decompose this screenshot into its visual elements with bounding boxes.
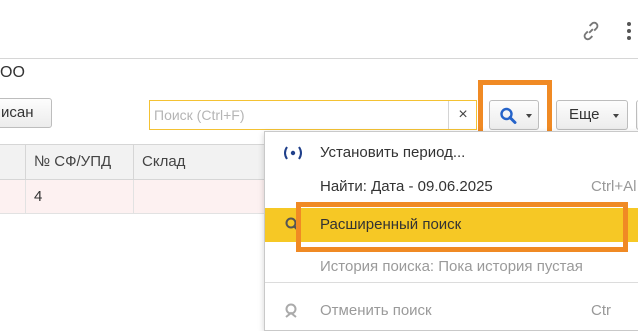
cell-sf: 4 (26, 180, 134, 213)
menu-item-label: Отменить поиск (320, 302, 432, 319)
menu-item-find-date[interactable]: Найти: Дата - 09.06.2025 Ctrl+Al (265, 170, 638, 204)
menu-item-set-period[interactable]: Установить период... (265, 136, 638, 170)
cancel-search-icon (285, 303, 297, 318)
menu-item-label: Найти: Дата - 09.06.2025 (320, 178, 493, 195)
search-field[interactable]: × (149, 100, 477, 130)
menu-item-shortcut: Ctrl+Al (591, 178, 637, 195)
clear-search-button[interactable]: × (448, 101, 477, 129)
column-header-warehouse[interactable]: Склад (134, 145, 274, 179)
menu-item-cancel-search: Отменить поиск Ctr (265, 294, 638, 328)
form-title: ОО (0, 64, 25, 81)
more-button[interactable]: Еще (556, 100, 628, 130)
menu-separator (265, 282, 638, 283)
search-input[interactable] (150, 101, 446, 129)
menu-item-shortcut: Ctr (591, 302, 611, 319)
annotation-frame-advanced-search (296, 202, 628, 252)
row-marker (0, 180, 26, 213)
menu-item-search-history: История поиска: Пока история пустая (265, 250, 638, 284)
menu-item-label: История поиска: Пока история пустая (320, 258, 583, 275)
top-bar (0, 0, 638, 59)
period-icon (284, 146, 302, 160)
column-header-marker[interactable] (0, 145, 26, 179)
chevron-down-icon (613, 114, 619, 118)
signed-button[interactable]: исан (0, 98, 52, 128)
more-button-label: Еще (569, 106, 600, 123)
link-icon[interactable] (580, 20, 602, 42)
column-header-sf[interactable]: № СФ/УПД (26, 145, 134, 179)
vertical-dots-icon[interactable] (624, 20, 634, 42)
menu-item-label: Установить период... (320, 144, 466, 161)
